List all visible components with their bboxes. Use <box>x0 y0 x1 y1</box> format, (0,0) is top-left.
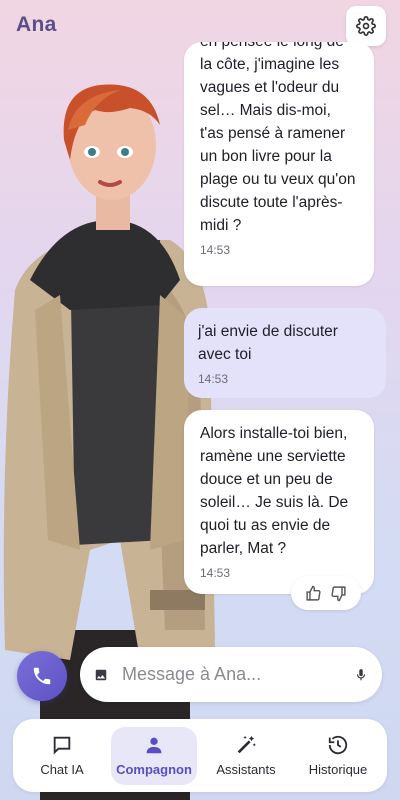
nav-item-assistants[interactable]: Assistants <box>203 727 289 785</box>
person-icon <box>146 737 162 754</box>
nav-item-historique[interactable]: Historique <box>295 727 381 785</box>
chat-bubble-icon <box>53 736 71 755</box>
message-text: Alors installe-toi bien, ramène une serv… <box>200 425 349 557</box>
message-bubble-ai: Alors installe-toi bien, ramène une serv… <box>184 410 374 594</box>
nav-item-label: Chat IA <box>40 762 84 777</box>
message-time: 14:53 <box>198 372 229 386</box>
thumbs-up-icon[interactable] <box>305 585 322 602</box>
message-bubble-user: j'ai envie de discuter avec toi 14:53 <box>184 308 386 398</box>
nav-item-compagnon[interactable]: Compagnon <box>111 726 197 785</box>
message-bubble-ai: en pensée le long de la côte, j'imagine … <box>184 42 374 286</box>
microphone-icon[interactable] <box>354 664 368 686</box>
message-text: j'ai envie de discuter avec toi <box>198 323 338 363</box>
call-button[interactable] <box>17 651 67 701</box>
bottom-navigation: Chat IA Compagnon Assistants Historique <box>13 719 387 792</box>
message-input[interactable] <box>122 664 354 685</box>
history-icon <box>328 735 348 755</box>
message-composer <box>80 647 382 702</box>
nav-item-label: Assistants <box>216 762 276 777</box>
message-time: 14:53 <box>200 243 231 257</box>
chat-thread: en pensée le long de la côte, j'imagine … <box>0 0 400 620</box>
magic-wand-icon <box>237 735 256 754</box>
message-reactions <box>291 576 361 610</box>
message-text: en pensée le long de la côte, j'imagine … <box>200 42 356 234</box>
phone-icon <box>33 667 51 685</box>
nav-item-label: Historique <box>308 762 368 777</box>
thumbs-down-icon[interactable] <box>330 585 347 602</box>
nav-item-label: Compagnon <box>116 762 192 777</box>
nav-item-chat-ia[interactable]: Chat IA <box>19 727 105 785</box>
image-icon[interactable] <box>94 664 108 686</box>
